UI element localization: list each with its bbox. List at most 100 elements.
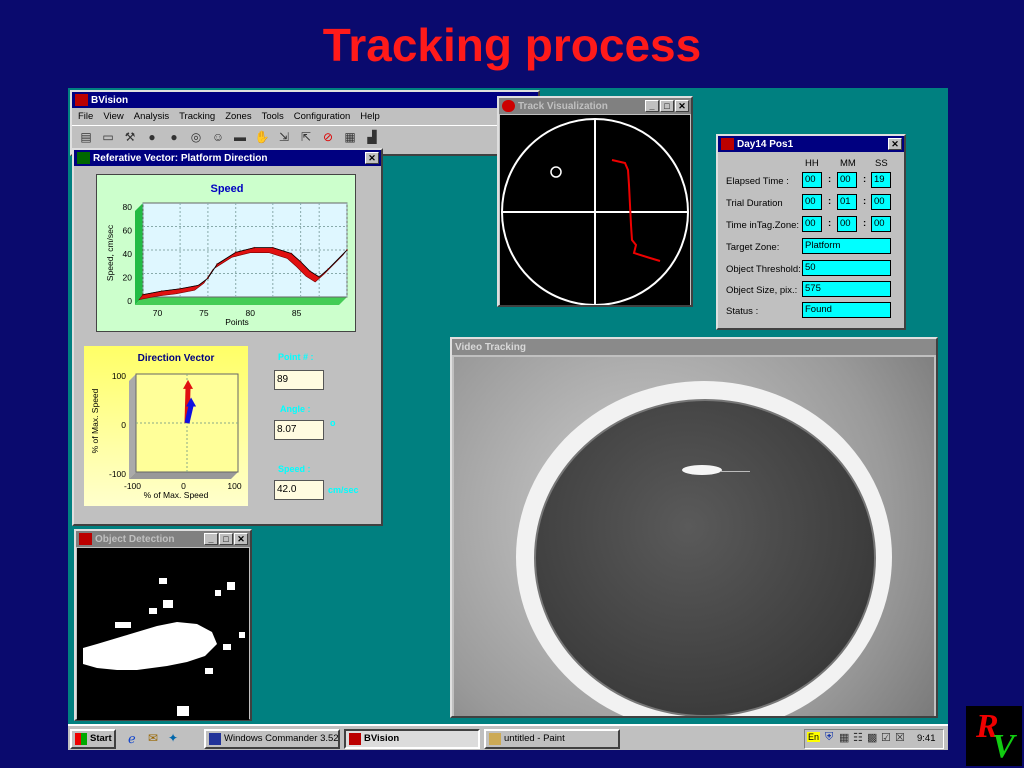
clock[interactable]: 9:41 <box>917 733 936 744</box>
referative-title: Referative Vector: Platform Direction <box>93 152 268 164</box>
trial-ss[interactable]: 00 <box>871 194 891 210</box>
elapsed-ss[interactable]: 19 <box>871 172 891 188</box>
tray-icon[interactable]: ▦ <box>839 731 849 744</box>
menu-view[interactable]: View <box>103 111 123 122</box>
close-icon[interactable]: ✕ <box>234 533 248 545</box>
start-button[interactable]: Start <box>70 729 116 749</box>
menu-tracking[interactable]: Tracking <box>179 111 215 122</box>
angle-input[interactable]: 8.07 <box>274 420 324 440</box>
window-icon[interactable]: ▭ <box>100 130 116 144</box>
elapsed-mm[interactable]: 00 <box>837 172 857 188</box>
video-titlebar[interactable]: Video Tracking <box>452 339 936 355</box>
referative-titlebar[interactable]: Referative Vector: Platform Direction ✕ <box>74 150 381 166</box>
hand-icon[interactable]: ✋ <box>254 130 270 144</box>
minimize-icon[interactable]: _ <box>645 100 659 112</box>
task-paint[interactable]: untitled - Paint <box>484 729 620 749</box>
day-panel-title: Day14 Pos1 <box>737 138 794 150</box>
grid-icon[interactable]: ▦ <box>342 130 358 144</box>
object-detection-app-icon <box>79 533 92 545</box>
speed-point <box>318 276 320 278</box>
floppy-icon <box>209 733 221 745</box>
trial-mm[interactable]: 01 <box>837 194 857 210</box>
maximize-icon[interactable]: □ <box>660 100 674 112</box>
task-bvision[interactable]: BVision <box>344 729 480 749</box>
tagzone-ss[interactable]: 00 <box>871 216 891 232</box>
animal-track <box>611 159 661 262</box>
tray-icon[interactable]: ☒ <box>895 731 905 744</box>
menu-tools[interactable]: Tools <box>262 111 284 122</box>
play-icon[interactable]: ● <box>166 130 182 144</box>
channels-icon[interactable]: ✦ <box>168 731 178 745</box>
speed-chart-side-wall <box>135 203 143 305</box>
noise-pixel <box>215 590 221 596</box>
header-ss: SS <box>875 158 888 169</box>
speed-chart-floor <box>135 297 347 305</box>
trial-hh[interactable]: 00 <box>802 194 822 210</box>
day-panel-titlebar[interactable]: Day14 Pos1 ✕ <box>718 136 904 152</box>
threshold-label: Object Threshold: <box>726 264 801 275</box>
outlook-icon[interactable]: ✉ <box>148 731 158 745</box>
bvision-title: BVision <box>91 94 129 106</box>
angle-label: Angle : <box>280 404 311 414</box>
tray-icon[interactable]: ⛨ <box>825 731 833 744</box>
task-windows-commander[interactable]: Windows Commander 3.52... <box>204 729 340 749</box>
bvision-titlebar[interactable]: BVision <box>72 92 538 108</box>
header-mm: MM <box>840 158 856 169</box>
size-field[interactable]: 575 <box>802 281 891 297</box>
menu-configuration[interactable]: Configuration <box>294 111 351 122</box>
status-label: Status : <box>726 306 759 317</box>
noise-pixel <box>223 644 231 650</box>
detection-canvas <box>77 548 249 720</box>
direction-chart-side-wall <box>129 374 136 479</box>
tagzone-mm[interactable]: 00 <box>837 216 857 232</box>
menu-file[interactable]: File <box>78 111 93 122</box>
target-field[interactable]: Platform <box>802 238 891 254</box>
logo-letter-v: V <box>992 728 1015 765</box>
speed-point <box>272 246 274 249</box>
status-field[interactable]: Found <box>802 302 891 318</box>
import-icon[interactable]: ⇱ <box>298 130 314 144</box>
speed-point <box>179 287 181 290</box>
menu-zones[interactable]: Zones <box>225 111 251 122</box>
target-label: Target Zone: <box>726 242 780 253</box>
tools-icon[interactable]: ⚒ <box>122 130 138 144</box>
maximize-icon[interactable]: □ <box>219 533 233 545</box>
menu-help[interactable]: Help <box>360 111 380 122</box>
speed-xtick-label: 75 <box>199 308 209 318</box>
threshold-field[interactable]: 50 <box>802 260 891 276</box>
target-icon[interactable]: ◎ <box>188 130 204 144</box>
bvision-window: BVision File View Analysis Tracking Zone… <box>70 90 540 156</box>
language-indicator[interactable]: En <box>807 732 821 742</box>
separator: : <box>863 196 867 207</box>
rat-object <box>682 465 722 475</box>
tray-icon[interactable]: ▩ <box>867 731 877 744</box>
tray-icon[interactable]: ☷ <box>853 731 863 744</box>
elapsed-hh[interactable]: 00 <box>802 172 822 188</box>
object-detection-titlebar[interactable]: Object Detection _ □ ✕ <box>76 531 250 547</box>
speed-point <box>346 249 348 251</box>
tray-icon[interactable]: ☑ <box>881 731 891 744</box>
face-icon[interactable]: ☺ <box>210 130 226 144</box>
open-icon[interactable]: ▤ <box>78 130 94 144</box>
speed-chart-title: Speed <box>210 183 243 195</box>
speed-point <box>327 268 330 270</box>
close-icon[interactable]: ✕ <box>365 152 379 164</box>
record-icon[interactable]: ● <box>144 130 160 144</box>
chart-icon[interactable]: ▟ <box>364 130 380 144</box>
speed-input[interactable]: 42.0 <box>274 480 324 500</box>
minimize-icon[interactable]: _ <box>204 533 218 545</box>
bvision-toolbar: ▤ ▭ ⚒ ● ● ◎ ☺ ▬ ✋ ⇲ ⇱ ⊘ ▦ ▟ <box>72 125 538 147</box>
day-panel-app-icon <box>721 138 734 150</box>
tagzone-hh[interactable]: 00 <box>802 216 822 232</box>
close-icon[interactable]: ✕ <box>888 138 902 150</box>
menu-analysis[interactable]: Analysis <box>134 111 169 122</box>
speed-chart-xlabel: Points <box>225 317 249 327</box>
close-icon[interactable]: ✕ <box>675 100 689 112</box>
speed-point <box>142 293 144 296</box>
stop-icon[interactable]: ⊘ <box>320 130 336 144</box>
point-input[interactable]: 89 <box>274 370 324 390</box>
track-vis-titlebar[interactable]: Track Visualization _ □ ✕ <box>499 98 691 114</box>
export-icon[interactable]: ⇲ <box>276 130 292 144</box>
panel-icon[interactable]: ▬ <box>232 130 248 144</box>
ie-icon[interactable]: ℯ <box>128 731 136 747</box>
